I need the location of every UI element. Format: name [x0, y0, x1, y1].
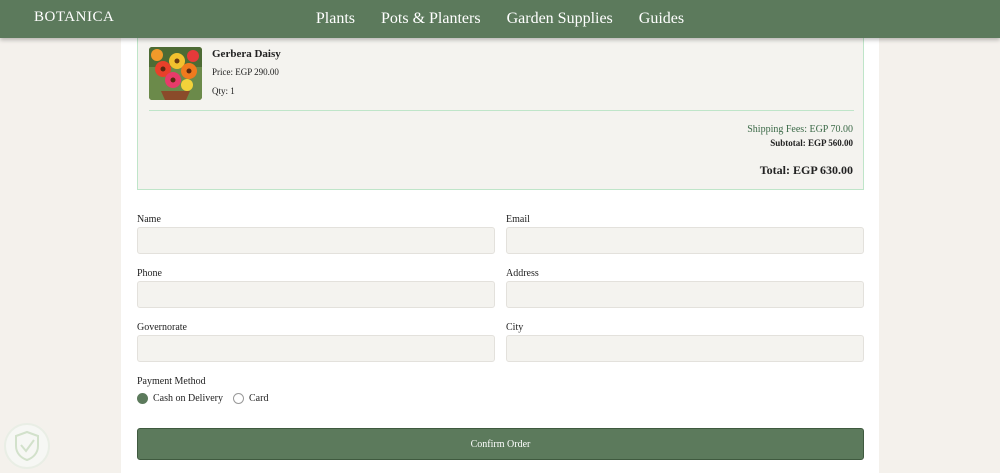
name-label: Name [137, 214, 161, 225]
confirm-order-button[interactable]: Confirm Order [137, 428, 864, 460]
order-total: Total: EGP 630.00 [759, 163, 853, 177]
item-name: Gerbera Daisy [212, 48, 281, 60]
city-label: City [506, 322, 524, 333]
shield-badge-icon [4, 423, 50, 469]
shield-icon [15, 430, 39, 462]
order-summary: Gerbera Daisy Price: EGP 290.00 Qty: 1 S… [137, 38, 864, 190]
address-label: Address [506, 268, 539, 279]
cash-on-delivery-label[interactable]: Cash on Delivery [153, 393, 223, 404]
nav-link-garden-supplies[interactable]: Garden Supplies [507, 10, 613, 28]
shipping-fees: Shipping Fees: EGP 70.00 [747, 124, 853, 135]
nav-link-guides[interactable]: Guides [639, 10, 684, 28]
card-radio[interactable] [233, 393, 244, 404]
product-image [149, 47, 202, 100]
nav-link-plants[interactable]: Plants [316, 10, 355, 28]
card-label[interactable]: Card [249, 393, 268, 404]
city-input[interactable] [506, 335, 864, 362]
payment-method-label: Payment Method [137, 376, 206, 387]
top-navbar: BOTANICA Plants Pots & Planters Garden S… [0, 0, 1000, 38]
cash-on-delivery-radio[interactable] [137, 393, 148, 404]
email-input[interactable] [506, 227, 864, 254]
phone-input[interactable] [137, 281, 495, 308]
gerbera-daisy-image [149, 47, 202, 100]
summary-divider [149, 110, 854, 111]
nav-link-pots-planters[interactable]: Pots & Planters [381, 10, 481, 28]
name-input[interactable] [137, 227, 495, 254]
payment-options: Cash on Delivery Card [137, 393, 278, 404]
email-label: Email [506, 214, 530, 225]
item-price: Price: EGP 290.00 [212, 67, 279, 77]
subtotal: Subtotal: EGP 560.00 [770, 138, 853, 148]
main-nav: Plants Pots & Planters Garden Supplies G… [0, 0, 1000, 38]
phone-label: Phone [137, 268, 162, 279]
governorate-label: Governorate [137, 322, 187, 333]
item-quantity: Qty: 1 [212, 86, 235, 96]
governorate-input[interactable] [137, 335, 495, 362]
checkout-panel: Gerbera Daisy Price: EGP 290.00 Qty: 1 S… [121, 38, 879, 473]
address-input[interactable] [506, 281, 864, 308]
